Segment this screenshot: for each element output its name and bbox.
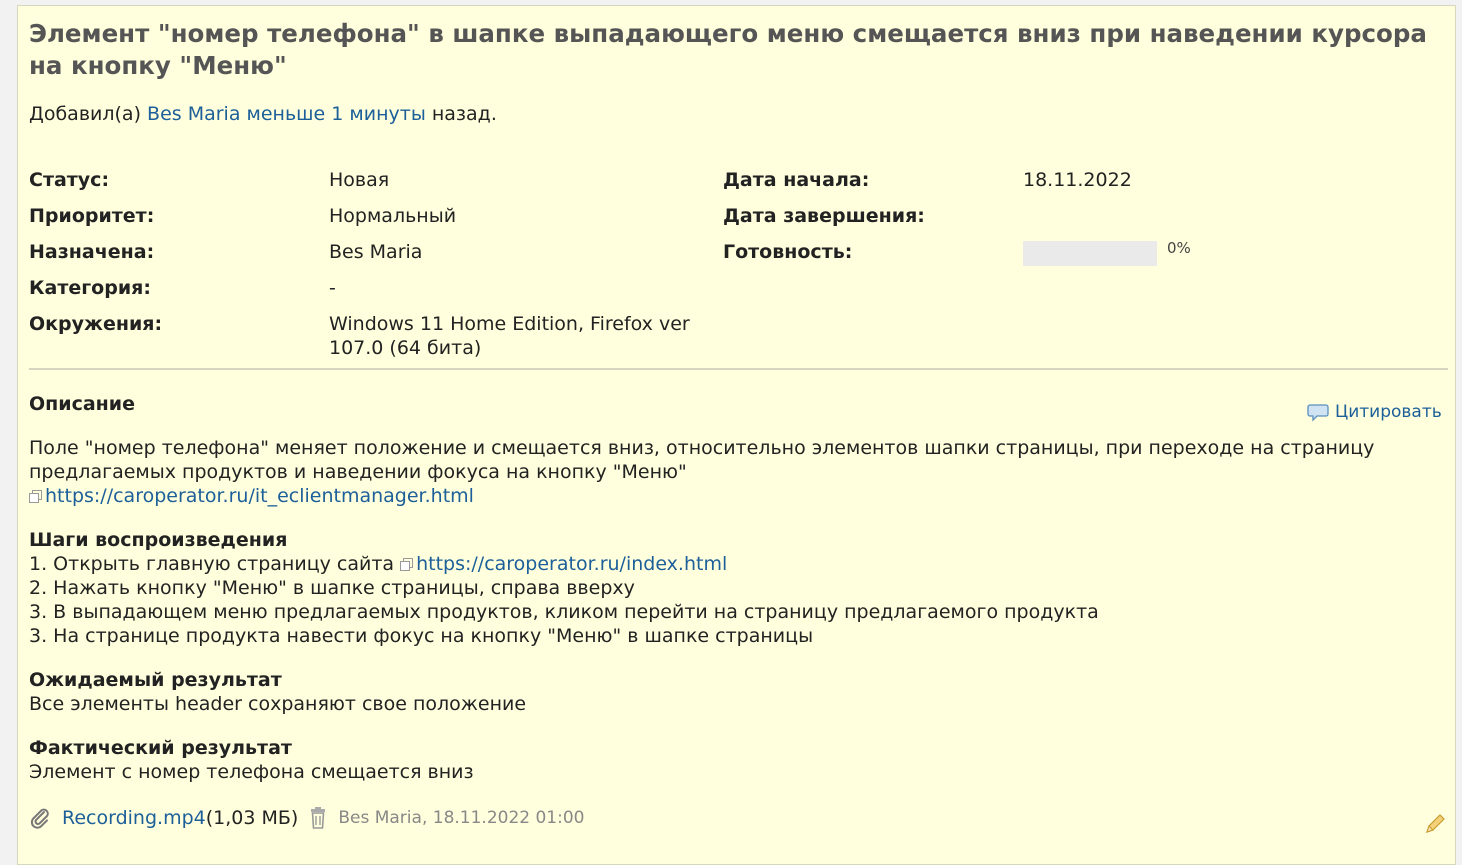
description-link-row: https://caroperator.ru/it_eclientmanager… <box>29 484 474 508</box>
progress-percent: 0% <box>1167 239 1191 257</box>
step-4: 3. На странице продукта навести фокус на… <box>29 625 814 647</box>
start-date-value: 18.11.2022 <box>1023 169 1132 191</box>
status-value: Новая <box>329 169 390 191</box>
priority-label: Приоритет: <box>29 205 155 227</box>
category-label: Категория: <box>29 277 151 299</box>
quote-button[interactable]: Цитировать <box>1307 401 1442 423</box>
comment-icon <box>1307 404 1329 422</box>
author-line: Добавил(а) Bes Maria меньше 1 минуты наз… <box>29 102 497 126</box>
actual-heading: Фактический результат <box>29 737 292 759</box>
steps-heading: Шаги воспроизведения <box>29 529 288 551</box>
progress-bar <box>1023 241 1157 266</box>
done-ratio-label: Готовность: <box>723 241 853 263</box>
quote-label: Цитировать <box>1335 402 1442 422</box>
actual-text: Элемент с номер телефона смещается вниз <box>29 761 474 783</box>
environment-value: Windows 11 Home Edition, Firefox ver 107… <box>329 312 690 360</box>
expected-text: Все элементы header сохраняют свое полож… <box>29 693 527 715</box>
attachment-meta: Bes Maria, 18.11.2022 01:00 <box>338 808 585 828</box>
pencil-icon[interactable] <box>1423 812 1447 836</box>
description-line-1: Поле "номер телефона" меняет положение и… <box>29 437 1375 459</box>
step-1-text: 1. Открыть главную страницу сайта <box>29 553 401 575</box>
external-link-icon <box>29 490 42 503</box>
description-line-2: предлагаемых продуктов и наведении фокус… <box>29 461 687 483</box>
step-3: 3. В выпадающем меню предлагаемых продук… <box>29 601 1099 623</box>
due-date-label: Дата завершения: <box>723 205 925 227</box>
expected-heading: Ожидаемый результат <box>29 669 282 691</box>
step-1: 1. Открыть главную страницу сайта https:… <box>29 552 727 576</box>
assigned-link[interactable]: Bes Maria <box>329 240 422 264</box>
attributes-divider <box>29 368 1448 370</box>
step-1-link[interactable]: https://caroperator.ru/index.html <box>416 553 727 575</box>
environment-label: Окружения: <box>29 313 163 335</box>
author-link[interactable]: Bes Maria <box>147 103 240 125</box>
description-heading: Описание <box>29 393 136 415</box>
description-link[interactable]: https://caroperator.ru/it_eclientmanager… <box>45 485 474 507</box>
issue-panel: Элемент "номер телефона" в шапке выпадаю… <box>17 5 1456 865</box>
priority-value: Нормальный <box>329 205 457 227</box>
assigned-label: Назначена: <box>29 241 155 263</box>
added-time-link[interactable]: меньше 1 минуты <box>247 103 426 125</box>
added-suffix: назад. <box>425 103 497 125</box>
category-value: - <box>329 277 336 299</box>
added-prefix: Добавил(а) <box>29 103 148 125</box>
issue-title: Элемент "номер телефона" в шапке выпадаю… <box>29 19 1427 80</box>
environment-value-line2: 107.0 (64 бита) <box>329 337 482 359</box>
attachment-row: Recording.mp4 (1,03 МБ) Bes Maria, 18.11… <box>29 806 584 830</box>
paperclip-icon <box>30 808 49 829</box>
environment-value-line1: Windows 11 Home Edition, Firefox ver <box>329 313 690 335</box>
status-label: Статус: <box>29 169 110 191</box>
external-link-icon <box>400 558 414 571</box>
attachment-size: (1,03 МБ) <box>205 807 299 829</box>
step-2: 2. Нажать кнопку "Меню" в шапке страницы… <box>29 577 635 599</box>
start-date-label: Дата начала: <box>723 169 870 191</box>
attachment-link[interactable]: Recording.mp4 <box>62 806 206 830</box>
trash-icon[interactable] <box>308 807 328 829</box>
